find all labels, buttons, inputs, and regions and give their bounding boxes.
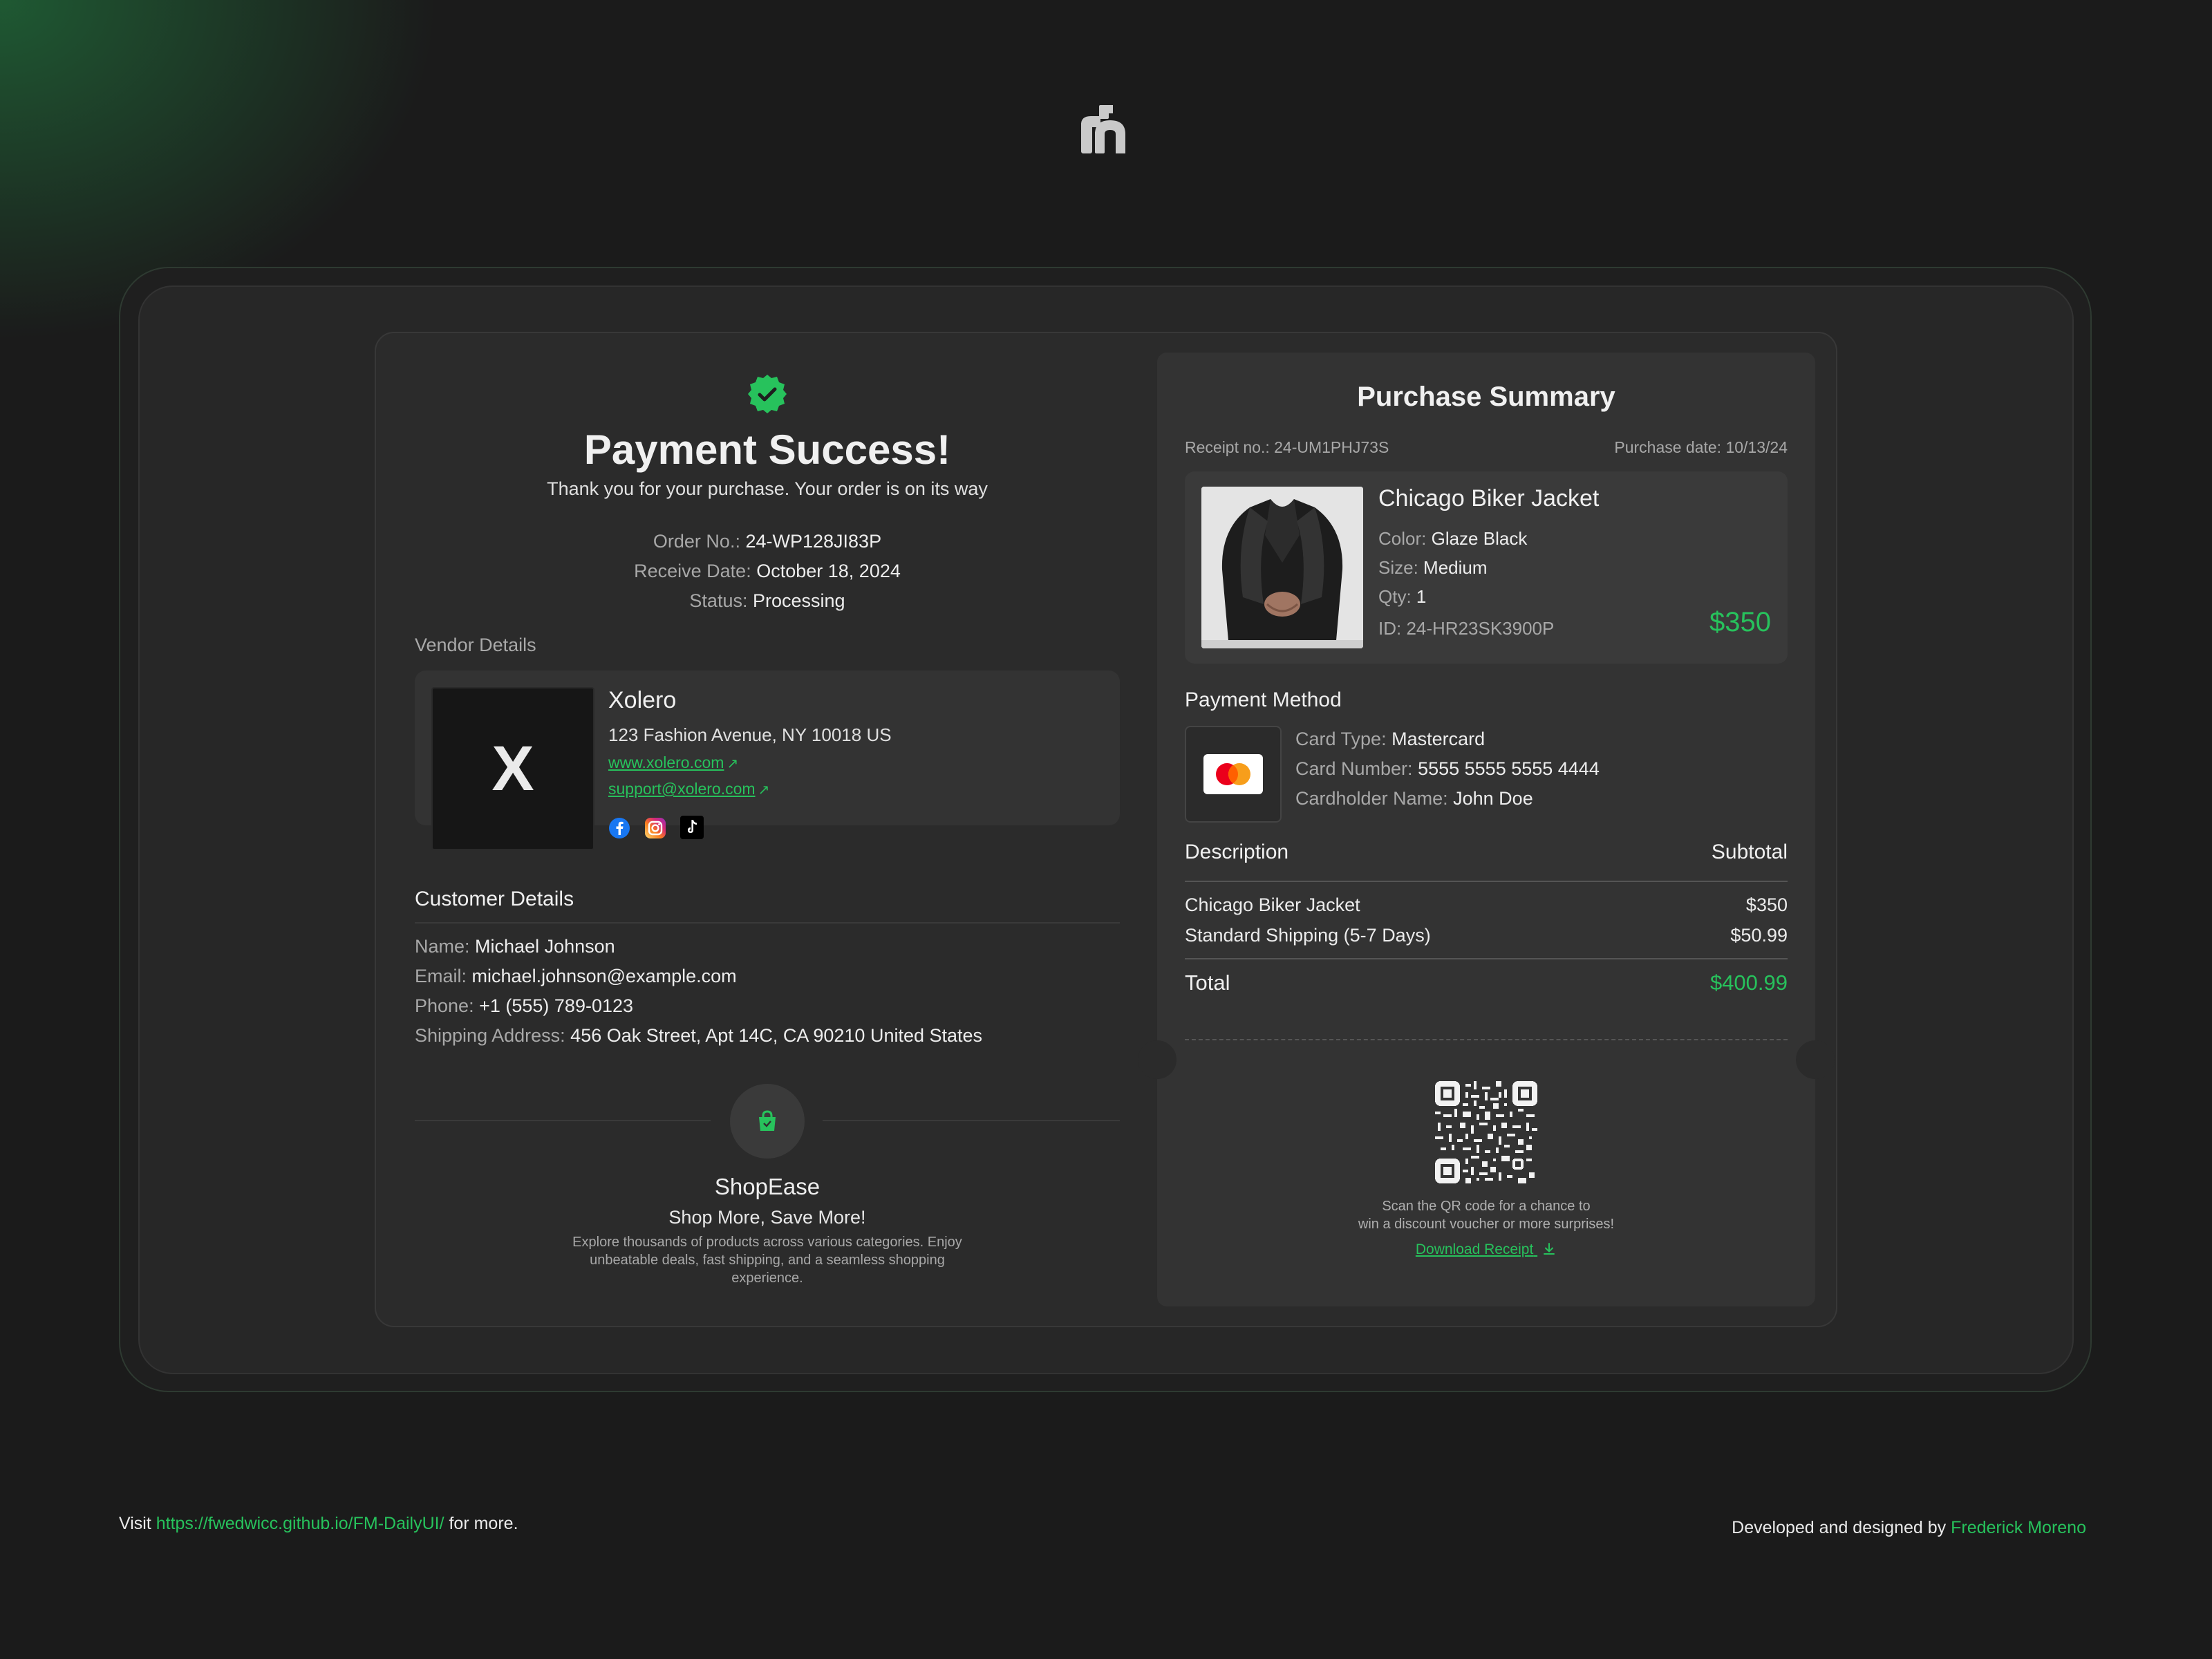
credit-name-link[interactable]: Frederick Moreno xyxy=(1951,1518,2086,1537)
dashed-divider xyxy=(1185,1039,1788,1040)
name-label: Name: xyxy=(415,936,470,957)
visit-suffix: for more. xyxy=(449,1514,518,1533)
card-type-label: Card Type: xyxy=(1295,729,1387,749)
divider xyxy=(823,1120,1120,1121)
subtitle: Thank you for your purchase. Your order … xyxy=(547,478,988,499)
purchase-summary-panel: Purchase Summary Receipt no.: 24-UM1PHJ7… xyxy=(1138,353,1835,1306)
download-icon xyxy=(1544,1243,1555,1255)
description-header: Description xyxy=(1185,841,1289,863)
vendor-section-label: Vendor Details xyxy=(415,635,536,655)
shopping-bag-icon xyxy=(759,1110,776,1131)
footer-credit: Developed and designed by Frederick More… xyxy=(1732,1518,2086,1538)
vendor-logo: X xyxy=(431,687,594,850)
shop-tagline: Shop More, Save More! xyxy=(668,1207,866,1228)
receive-date-label: Receive Date: xyxy=(634,561,751,581)
product-name: Chicago Biker Jacket xyxy=(1378,485,1600,512)
divider xyxy=(1185,881,1788,882)
receive-date: October 18, 2024 xyxy=(756,561,901,581)
customer-details: Name: Michael Johnson Email: michael.joh… xyxy=(415,932,982,1051)
size-label: Size: xyxy=(1378,557,1418,578)
facebook-icon[interactable] xyxy=(608,817,630,839)
tiktok-icon[interactable] xyxy=(680,816,704,839)
subtotal-header: Subtotal xyxy=(1711,841,1788,863)
qr-instructions: Scan the QR code for a chance to win a d… xyxy=(1185,1197,1788,1233)
product-price: $350 xyxy=(1709,607,1771,637)
address-label: Shipping Address: xyxy=(415,1025,565,1046)
fm-logo-icon xyxy=(1081,105,1125,153)
check-badge-icon xyxy=(748,375,787,413)
visit-prefix: Visit xyxy=(119,1514,151,1533)
ticket-notch-left xyxy=(1138,1040,1177,1079)
page-title: Payment Success! xyxy=(583,427,951,473)
customer-details-title: Customer Details xyxy=(415,888,574,910)
divider xyxy=(1185,958,1788,959)
product-color: Glaze Black xyxy=(1431,528,1528,549)
divider xyxy=(415,1120,711,1121)
cardholder-name: John Doe xyxy=(1453,788,1533,809)
card-logo-box xyxy=(1185,726,1282,823)
credit-prefix: Developed and designed by xyxy=(1732,1518,1947,1537)
shop-description: Explore thousands of products across var… xyxy=(572,1235,962,1286)
qr-code-icon xyxy=(1435,1081,1537,1183)
phone-label: Phone: xyxy=(415,995,474,1016)
product-id: ID: 24-HR23SK3900P xyxy=(1378,618,1555,639)
customer-address: 456 Oak Street, Apt 14C, CA 90210 United… xyxy=(570,1025,983,1046)
payment-success-section: Payment Success! Thank you for your purc… xyxy=(415,373,1120,1286)
color-label: Color: xyxy=(1378,528,1427,549)
vendor-website-text: www.xolero.com xyxy=(608,753,724,771)
vendor-email-link[interactable]: support@xolero.com ↗ xyxy=(608,780,769,798)
email-label: Email: xyxy=(415,966,467,986)
shop-badge xyxy=(730,1084,805,1159)
visit-link[interactable]: https://fwedwicc.github.io/FM-DailyUI/ xyxy=(156,1514,444,1533)
external-link-icon: ↗ xyxy=(727,756,739,771)
cardholder-label: Cardholder Name: xyxy=(1295,788,1448,809)
line-item-desc: Standard Shipping (5-7 Days) xyxy=(1185,925,1431,946)
customer-name: Michael Johnson xyxy=(475,936,615,957)
mastercard-icon xyxy=(1203,754,1263,794)
payment-method-title: Payment Method xyxy=(1185,688,1342,711)
product-qty: 1 xyxy=(1416,586,1427,607)
product-size: Medium xyxy=(1423,557,1488,578)
external-link-icon: ↗ xyxy=(758,782,770,798)
customer-email: michael.johnson@example.com xyxy=(471,966,737,986)
order-no-label: Order No.: xyxy=(653,531,740,552)
receipt-number: Receipt no.: 24-UM1PHJ73S xyxy=(1185,438,1389,456)
payment-details: Card Type: Mastercard Card Number: 5555 … xyxy=(1295,724,1600,814)
card-number-label: Card Number: xyxy=(1295,758,1413,779)
card-type: Mastercard xyxy=(1391,729,1485,749)
card-number: 5555 5555 5555 4444 xyxy=(1418,758,1600,779)
total-label: Total xyxy=(1185,971,1230,995)
download-receipt-link[interactable]: Download Receipt xyxy=(1185,1241,1788,1258)
customer-phone: +1 (555) 789-0123 xyxy=(479,995,634,1016)
footer-visit: Visit https://fwedwicc.github.io/FM-Dail… xyxy=(119,1514,518,1534)
purchase-date: Purchase date: 10/13/24 xyxy=(1614,438,1788,456)
product-card: Chicago Biker Jacket Color: Glaze Black … xyxy=(1185,471,1788,664)
purchase-summary-title: Purchase Summary xyxy=(1357,382,1615,412)
status-value: Processing xyxy=(752,590,845,611)
jacket-photo xyxy=(1201,487,1363,648)
vendor-address: 123 Fashion Avenue, NY 10018 US xyxy=(608,724,892,745)
divider xyxy=(415,922,1120,924)
line-item-amount: $350 xyxy=(1745,894,1788,915)
ticket-notch-right xyxy=(1796,1040,1835,1079)
qr-text-line: win a discount voucher or more surprises… xyxy=(1358,1217,1615,1232)
vendor-website-link[interactable]: www.xolero.com ↗ xyxy=(608,753,738,772)
line-item-amount: $50.99 xyxy=(1730,925,1788,946)
line-item-desc: Chicago Biker Jacket xyxy=(1185,894,1360,915)
qr-text-line: Scan the QR code for a chance to xyxy=(1382,1199,1591,1214)
vendor-name: Xolero xyxy=(608,687,677,713)
total-amount: $400.99 xyxy=(1709,971,1788,995)
order-no: 24-WP128JI83P xyxy=(745,531,882,552)
vendor-email-text: support@xolero.com xyxy=(608,780,756,798)
download-receipt-label: Download Receipt xyxy=(1415,1241,1534,1257)
order-info: Order No.: 24-WP128JI83P Receive Date: O… xyxy=(415,527,1120,616)
qty-label: Qty: xyxy=(1378,586,1412,607)
vendor-card: X Xolero 123 Fashion Avenue, NY 10018 US… xyxy=(415,671,1120,850)
instagram-icon[interactable] xyxy=(644,817,666,839)
status-label: Status: xyxy=(689,590,748,611)
shop-name: ShopEase xyxy=(714,1174,821,1199)
